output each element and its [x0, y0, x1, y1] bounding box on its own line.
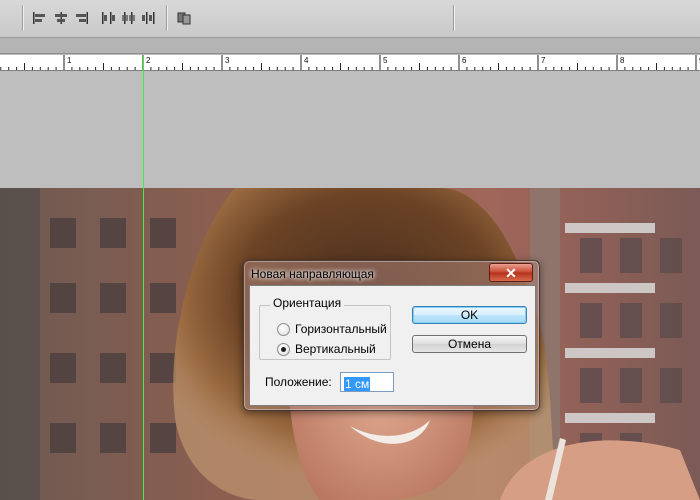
- distribute-centers-icon[interactable]: [118, 9, 138, 27]
- dialog-body: Горизонтальный Вертикальный Ориентация П…: [249, 285, 536, 406]
- ok-button[interactable]: OK: [412, 306, 527, 324]
- toolbar-separator: [453, 5, 454, 31]
- toolbar-bottom-strip: [0, 38, 700, 54]
- cancel-button[interactable]: Отмена: [412, 335, 527, 353]
- ruler-label: 5: [383, 56, 388, 65]
- position-input[interactable]: 1 см: [340, 372, 394, 392]
- new-guide-dialog: Новая направляющая ✕ Горизонтальный Верт…: [243, 260, 540, 411]
- options-toolbar: [0, 0, 700, 38]
- radio-vertical-button[interactable]: [277, 342, 290, 356]
- position-label: Положение:: [265, 375, 332, 389]
- orientation-legend: Ориентация: [270, 296, 345, 310]
- close-button[interactable]: ✕: [489, 263, 533, 282]
- position-value[interactable]: 1 см: [344, 377, 371, 391]
- ruler-label: 1: [67, 56, 72, 65]
- toolbar-separator: [166, 5, 167, 31]
- dialog-title: Новая направляющая: [251, 267, 374, 281]
- radio-vertical[interactable]: Вертикальный: [277, 341, 376, 357]
- ruler-label: 2: [146, 56, 151, 65]
- vertical-guide[interactable]: [143, 56, 144, 500]
- align-horizontal-centers-icon[interactable]: [51, 9, 71, 27]
- close-icon: ✕: [505, 264, 517, 281]
- align-left-edges-icon[interactable]: [30, 9, 50, 27]
- horizontal-ruler[interactable]: 123456789: [0, 55, 700, 71]
- toolbar-separator: [22, 5, 23, 31]
- ruler-label: 4: [304, 56, 309, 65]
- radio-horizontal-button[interactable]: [277, 322, 290, 336]
- auto-align-layers-icon[interactable]: [174, 9, 194, 27]
- pasteboard: [0, 72, 700, 188]
- ruler-graphic: 123456789: [0, 55, 700, 70]
- align-right-edges-icon[interactable]: [71, 9, 91, 27]
- radio-horizontal-label[interactable]: Горизонтальный: [295, 322, 387, 336]
- ruler-label: 7: [541, 56, 546, 65]
- radio-horizontal[interactable]: Горизонтальный: [277, 321, 387, 337]
- ruler-label: 6: [462, 56, 467, 65]
- distribute-right-icon[interactable]: [138, 9, 158, 27]
- radio-vertical-label[interactable]: Вертикальный: [295, 342, 376, 356]
- orientation-group: Горизонтальный Вертикальный: [259, 305, 391, 360]
- distribute-left-icon[interactable]: [98, 9, 118, 27]
- ruler-label: 8: [620, 56, 625, 65]
- ruler-label: 3: [225, 56, 230, 65]
